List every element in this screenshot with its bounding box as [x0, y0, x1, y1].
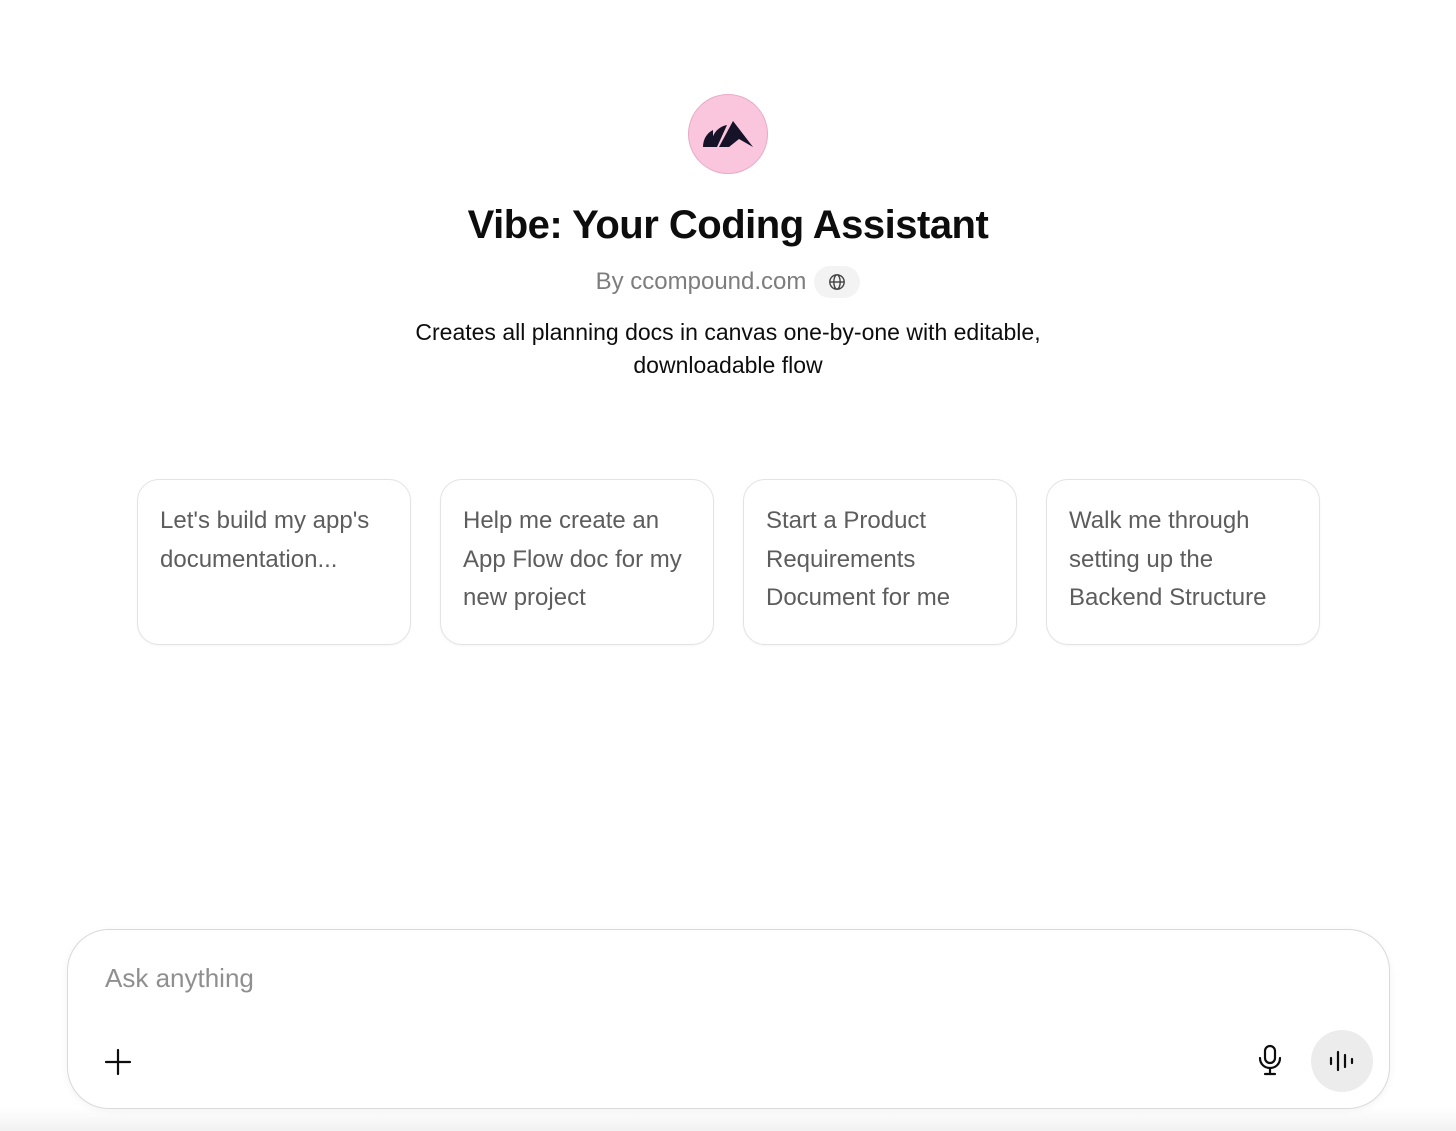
gpt-avatar — [688, 94, 768, 174]
suggestion-card[interactable]: Help me create an App Flow doc for my ne… — [440, 479, 714, 645]
vibe-logo-icon — [703, 121, 753, 147]
suggestion-card[interactable]: Start a Product Requirements Document fo… — [743, 479, 1017, 645]
website-link-button[interactable] — [814, 266, 861, 298]
suggestion-cards: Let's build my app's documentation... He… — [137, 479, 1320, 645]
message-input[interactable] — [105, 958, 1205, 998]
gpt-byline: By ccompound.com — [0, 266, 1456, 298]
dictate-button[interactable] — [1250, 1040, 1290, 1080]
suggestion-card[interactable]: Let's build my app's documentation... — [137, 479, 411, 645]
gpt-author: By ccompound.com — [595, 268, 807, 295]
voice-mode-button[interactable] — [1311, 1030, 1373, 1092]
microphone-icon — [1258, 1044, 1282, 1076]
gpt-start-page: Vibe: Your Coding Assistant By ccompound… — [0, 0, 1456, 1131]
suggestion-card[interactable]: Walk me through setting up the Backend S… — [1046, 479, 1320, 645]
plus-icon — [104, 1048, 132, 1076]
message-composer — [67, 929, 1390, 1109]
gpt-title: Vibe: Your Coding Assistant — [467, 203, 989, 247]
gpt-description: Creates all planning docs in canvas one-… — [415, 319, 1041, 378]
bottom-fade — [0, 1107, 1456, 1131]
globe-icon — [829, 274, 846, 290]
voice-mode-icon — [1329, 1050, 1354, 1072]
add-attachment-button[interactable] — [98, 1042, 138, 1082]
